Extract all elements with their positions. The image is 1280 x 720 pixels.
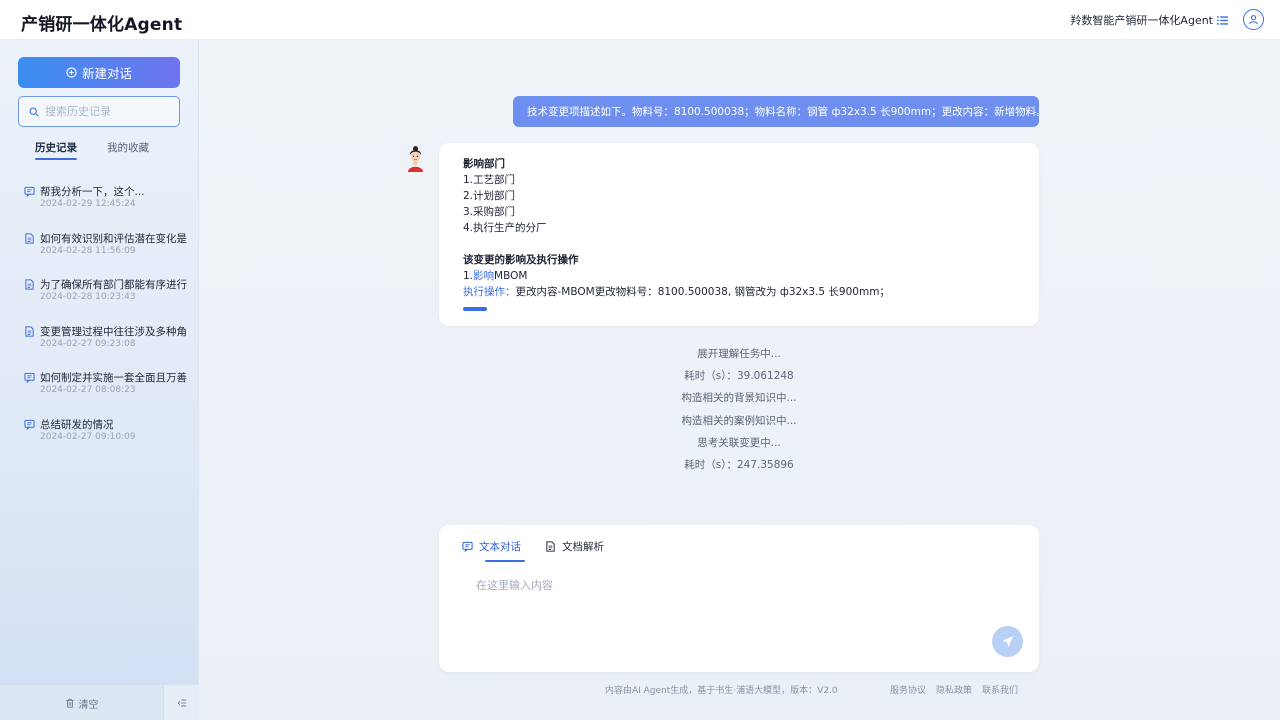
history-date: 2024-02-27 09:10:09 — [40, 431, 136, 442]
department-item: 2.计划部门 — [463, 190, 516, 202]
send-icon — [1002, 636, 1013, 647]
collapse-icon — [177, 699, 186, 707]
composer: 文本对话 文档解析 — [439, 525, 1039, 672]
status-line: 构造相关的背景知识中... — [681, 392, 797, 405]
typing-indicator — [463, 307, 487, 311]
terms-link[interactable]: 服务协议 — [890, 683, 926, 696]
action-label: 执行操作： — [463, 286, 516, 298]
list-icon — [1217, 15, 1228, 25]
document-icon — [25, 233, 34, 244]
new-chat-label: 新建对话 — [81, 66, 132, 81]
history-item[interactable]: 如何制定并实施一套全面且万善 2024-02-27 08:08:23 — [24, 370, 194, 417]
search-input[interactable] — [45, 105, 165, 118]
assistant-avatar-image — [400, 142, 431, 173]
history-date: 2024-02-27 09:23:08 — [40, 338, 136, 349]
chat-icon — [462, 541, 473, 552]
message-input[interactable] — [476, 577, 976, 637]
user-avatar-button[interactable] — [1243, 9, 1264, 30]
tab-document-parse-label: 文档解析 — [562, 541, 604, 553]
status-line: 耗时（s）：247.35896 — [684, 458, 794, 471]
impact-target: MBOM — [494, 270, 528, 282]
history-item[interactable]: 总结研发的情况 2024-02-27 09:10:09 — [24, 417, 194, 464]
trash-icon — [65, 698, 74, 708]
tab-text-chat[interactable]: 文本对话 — [462, 539, 525, 562]
new-chat-button[interactable]: 新建对话 — [18, 57, 180, 88]
answer-section-title: 该变更的影响及执行操作 — [463, 254, 579, 266]
brand-menu[interactable]: 羚数智能产销研一体化Agent — [1070, 12, 1228, 28]
history-date: 2024-02-29 12:45:24 — [40, 199, 136, 209]
history-title: 如何有效识别和评估潜在变化是 — [40, 232, 187, 245]
sidebar-footer: 清空 — [0, 684, 199, 720]
history-title: 为了确保所有部门都能有序进行 — [40, 279, 187, 292]
answer-section-title: 影响部门 — [463, 158, 505, 170]
history-title: 变更管理过程中往往涉及多种角 — [40, 325, 187, 338]
history-list: 帮我分析一下，这个... 2024-02-29 12:45:24 如何有效识别和… — [24, 184, 194, 464]
status-log: 展开理解任务中... 耗时（s）：39.061248 构造相关的背景知识中...… — [439, 346, 1039, 479]
chat-icon — [24, 186, 35, 197]
user-icon — [1249, 15, 1258, 25]
action-text: 更改内容-MBOM更改物料号：8100.500038, 钢管改为 ф32x3.5… — [515, 286, 890, 298]
chat-icon — [24, 419, 35, 430]
tab-history[interactable]: 历史记录 — [35, 140, 77, 160]
impact-prefix: 1. — [463, 270, 474, 282]
impact-line: 1.影响MBOM — [463, 268, 1015, 284]
search-box — [18, 96, 180, 127]
history-item[interactable]: 帮我分析一下，这个... 2024-02-29 12:45:24 — [24, 184, 194, 231]
history-item[interactable]: 变更管理过程中往往涉及多种角 2024-02-27 09:23:08 — [24, 324, 194, 371]
search-icon — [29, 106, 39, 117]
department-item: 3.采购部门 — [463, 206, 516, 218]
history-title: 帮我分析一下，这个... — [40, 186, 145, 198]
history-date: 2024-02-28 10:23:43 — [40, 292, 136, 303]
status-line: 耗时（s）：39.061248 — [684, 370, 794, 383]
tab-document-parse[interactable]: 文档解析 — [545, 539, 604, 562]
history-date: 2024-02-28 11:56:09 — [40, 245, 136, 256]
tab-favorites[interactable]: 我的收藏 — [107, 140, 149, 160]
plus-circle-icon — [66, 67, 77, 78]
footer-links: 服务协议 隐私政策 联系我们 — [890, 683, 1018, 696]
user-message-bubble: 技术变更项描述如下。物料号：8100.500038；物料名称：钢管 ф32x3.… — [513, 96, 1047, 127]
history-title: 如何制定并实施一套全面且万善 — [40, 372, 187, 385]
chat-main: 技术变更项描述如下。物料号：8100.500038；物料名称：钢管 ф32x3.… — [199, 40, 1280, 720]
contact-link[interactable]: 联系我们 — [982, 683, 1018, 696]
clear-history-button[interactable]: 清空 — [0, 685, 163, 720]
collapse-sidebar-button[interactable] — [163, 685, 199, 720]
history-title: 总结研发的情况 — [40, 418, 114, 431]
app-title: 产销研一体化Agent — [21, 15, 183, 35]
footer-note: 内容由AI Agent生成，基于书生·浦语大模型，版本：V2.0 — [605, 686, 838, 696]
action-line: 执行操作：更改内容-MBOM更改物料号：8100.500038, 钢管改为 ф3… — [463, 284, 1015, 300]
send-button[interactable] — [992, 626, 1023, 657]
history-item[interactable]: 为了确保所有部门都能有序进行 2024-02-28 10:23:43 — [24, 277, 194, 324]
department-item: 1.工艺部门 — [463, 174, 516, 186]
history-item[interactable]: 如何有效识别和评估潜在变化是 2024-02-28 11:56:09 — [24, 231, 194, 278]
document-icon — [546, 541, 555, 552]
assistant-avatar — [400, 142, 431, 173]
status-line: 构造相关的案例知识中... — [681, 414, 797, 427]
composer-tabs: 文本对话 文档解析 — [462, 539, 604, 562]
document-icon — [25, 326, 34, 337]
sidebar: 新建对话 历史记录 我的收藏 帮我分析一下，这个... 2024-02-29 1… — [0, 40, 199, 720]
sidebar-tabs: 历史记录 我的收藏 — [35, 140, 149, 160]
impact-link[interactable]: 影响 — [473, 270, 494, 282]
privacy-link[interactable]: 隐私政策 — [936, 683, 972, 696]
history-date: 2024-02-27 08:08:23 — [40, 385, 136, 396]
top-bar: 产销研一体化Agent 羚数智能产销研一体化Agent — [0, 0, 1280, 40]
chat-icon — [24, 373, 35, 384]
department-item: 4.执行生产的分厂 — [463, 222, 547, 234]
status-line: 展开理解任务中... — [697, 348, 781, 360]
status-line: 思考关联变更中... — [697, 436, 781, 449]
clear-label: 清空 — [78, 699, 99, 711]
tab-text-chat-label: 文本对话 — [479, 541, 521, 553]
document-icon — [25, 279, 34, 290]
assistant-answer-card: 影响部门 1.工艺部门 2.计划部门 3.采购部门 4.执行生产的分厂 该变更的… — [439, 143, 1039, 326]
brand-label: 羚数智能产销研一体化Agent — [1070, 14, 1213, 27]
